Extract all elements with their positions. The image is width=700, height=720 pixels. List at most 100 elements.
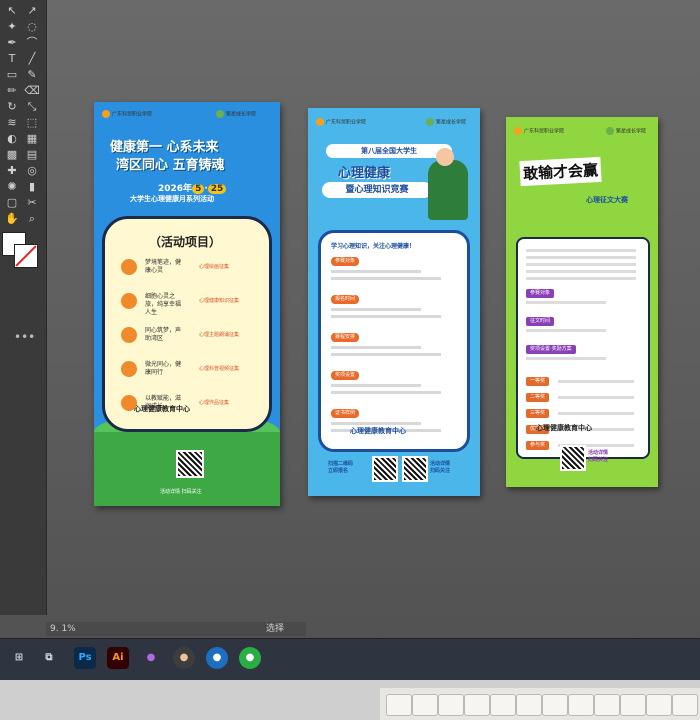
text-placeholder-line xyxy=(331,308,421,311)
section-label: 参赛对象 xyxy=(331,257,360,266)
gradient-tool-icon[interactable]: ▤ xyxy=(24,148,40,162)
section-label: 证书样例 xyxy=(331,409,360,418)
award-label: 三等奖 xyxy=(526,409,550,418)
zoom-level[interactable]: 9. 1% xyxy=(50,622,76,636)
shape-builder-tool-icon[interactable]: ◐ xyxy=(4,132,20,146)
qr-code-follow xyxy=(402,456,428,482)
app-triangle-icon[interactable]: ● xyxy=(140,647,162,669)
activity-row: 同心筑梦，声助湾区 心理主题朗诵征集 xyxy=(119,325,261,347)
keyboard-key xyxy=(672,694,698,716)
activity-tag: 心理绘画征集 xyxy=(199,264,230,270)
poster-subtitle: 大学生心理健康月系列活动 xyxy=(130,195,214,203)
windows-start-icon[interactable]: ⊞ xyxy=(8,647,30,669)
text-placeholder-line xyxy=(331,277,441,280)
poster-subtitle: 心理征文大赛 xyxy=(586,196,628,204)
artboard-poster-2[interactable]: 广东科贸职业学院 繁星成长学院 第八届全国大学生 心理健康 暨心理知识竞赛 学习… xyxy=(308,108,480,496)
signup-text: 扫描二维码 立即报名 xyxy=(328,461,354,474)
rectangle-tool-icon[interactable]: ▭ xyxy=(4,68,20,82)
paintbrush-tool-icon[interactable]: ✎ xyxy=(24,68,40,82)
width-tool-icon[interactable]: ≋ xyxy=(4,116,20,130)
award-detail-line xyxy=(558,396,634,399)
keyboard-key xyxy=(620,694,646,716)
curvature-tool-icon[interactable]: ⌒ xyxy=(24,36,40,50)
selection-tool-icon[interactable]: ↖ xyxy=(4,4,20,18)
eyedropper-tool-icon[interactable]: ✚ xyxy=(4,164,20,178)
stroke-swatch[interactable] xyxy=(14,244,38,268)
mesh-tool-icon[interactable]: ▩ xyxy=(4,148,20,162)
symbol-sprayer-tool-icon[interactable]: ✺ xyxy=(4,180,20,194)
poster-title-line2: 暨心理知识竞赛 xyxy=(322,182,432,198)
blend-tool-icon[interactable]: ◎ xyxy=(24,164,40,178)
activity-row: 细胞心灵之旅，纯享幸福人生 心理健康知识征集 xyxy=(119,291,261,316)
qr-code xyxy=(560,445,586,471)
keyboard-key xyxy=(438,694,464,716)
artboard-poster-3[interactable]: 广东科贸职业学院 繁星成长学院 敢输才会赢 心理征文大赛 参赛对象 征文时间 奖项设… xyxy=(506,117,658,487)
selection-status[interactable]: 选择 xyxy=(266,622,284,636)
app-x-icon[interactable]: ● xyxy=(206,647,228,669)
keyboard xyxy=(380,688,700,720)
keyboard-key xyxy=(386,694,412,716)
activity-card-title: （活动项目） xyxy=(149,235,222,249)
activity-icon xyxy=(121,259,137,275)
monitor-screen: ↖ ↗ ✦ ◌ ✒ ⌒ T ╱ ▭ ✎ ✏ ⌫ ↻ ⤡ ≋ ⬚ ◐ ▦ ▩ ▤ ✚ ◎ ✺ ▮ ▢ ✂ ✋ ⌕ ••• 广东科贸职业学… xyxy=(0,0,700,720)
direct-selection-tool-icon[interactable]: ↗ xyxy=(24,4,40,18)
keyboard-key xyxy=(516,694,542,716)
status-bar: 9. 1% 选择 xyxy=(46,622,306,636)
avatar-app-icon[interactable]: ● xyxy=(173,647,195,669)
perspective-tool-icon[interactable]: ▦ xyxy=(24,132,40,146)
poster-title: 敢输才会赢 xyxy=(519,156,602,187)
task-view-icon[interactable]: ⧉ xyxy=(38,647,60,669)
rotate-tool-icon[interactable]: ↻ xyxy=(4,100,20,114)
award-label: 一等奖 xyxy=(526,377,550,386)
activity-row: 梦境笔迹，健康心灵 心理绘画征集 xyxy=(119,257,261,279)
wechat-icon[interactable]: ● xyxy=(239,647,261,669)
free-transform-tool-icon[interactable]: ⬚ xyxy=(24,116,40,130)
lasso-tool-icon[interactable]: ◌ xyxy=(24,20,40,34)
event-date: 2026年 5 · 25 xyxy=(158,181,227,194)
text-placeholder-line xyxy=(331,353,441,356)
line-tool-icon[interactable]: ╱ xyxy=(24,52,40,66)
hand-tool-icon[interactable]: ✋ xyxy=(4,212,20,226)
activity-tag: 心理科普视频征集 xyxy=(199,366,240,372)
text-placeholder-line xyxy=(526,256,636,259)
magic-wand-tool-icon[interactable]: ✦ xyxy=(4,20,20,34)
pen-tool-icon[interactable]: ✒ xyxy=(4,36,20,50)
activity-tag: 心理主题朗诵征集 xyxy=(199,332,240,338)
text-placeholder-line xyxy=(331,346,421,349)
photoshop-icon[interactable]: Ps xyxy=(74,647,96,669)
slice-tool-icon[interactable]: ✂ xyxy=(24,196,40,210)
partner-logo: 繁星成长学院 xyxy=(216,110,256,118)
text-placeholder-line xyxy=(526,277,636,280)
column-graph-tool-icon[interactable]: ▮ xyxy=(24,180,40,194)
scale-tool-icon[interactable]: ⤡ xyxy=(24,100,40,114)
keyboard-key xyxy=(490,694,516,716)
keyboard-key xyxy=(542,694,568,716)
activity-tag: 心理健康知识征集 xyxy=(199,298,240,304)
poster-title-line2: 湾区同心 五育铸魂 xyxy=(116,158,225,173)
type-tool-icon[interactable]: T xyxy=(4,52,20,66)
poster-head: 第八届全国大学生 xyxy=(326,144,452,158)
text-placeholder-line xyxy=(526,249,636,252)
section-label: 奖项设置 xyxy=(331,371,360,380)
zoom-tool-icon[interactable]: ⌕ xyxy=(24,212,40,226)
organizer-name: 心理健康教育中心 xyxy=(536,424,592,432)
pencil-tool-icon[interactable]: ✏ xyxy=(4,84,20,98)
text-placeholder-line xyxy=(526,301,606,304)
section-label: 赛程安排 xyxy=(331,333,360,342)
activity-card: （活动项目） 梦境笔迹，健康心灵 心理绘画征集 细胞心灵之旅，纯享幸福人生 心理健康知… xyxy=(102,216,272,432)
keyboard-key xyxy=(594,694,620,716)
eraser-tool-icon[interactable]: ⌫ xyxy=(24,84,40,98)
illustrator-icon[interactable]: Ai xyxy=(107,647,129,669)
artboard-tool-icon[interactable]: ▢ xyxy=(4,196,20,210)
artboard-poster-1[interactable]: 广东科贸职业学院 繁星成长学院 健康第一 心系未来 湾区同心 五育铸魂 2026… xyxy=(94,102,280,506)
tools-panel: ↖ ↗ ✦ ◌ ✒ ⌒ T ╱ ▭ ✎ ✏ ⌫ ↻ ⤡ ≋ ⬚ ◐ ▦ ▩ ▤ ✚ ◎ ✺ ▮ ▢ ✂ ✋ ⌕ xyxy=(0,0,47,615)
more-tools-button[interactable]: ••• xyxy=(14,330,35,344)
award-label: 参与奖 xyxy=(526,441,550,450)
text-placeholder-line xyxy=(526,357,606,360)
text-placeholder-line xyxy=(331,270,421,273)
follow-text: 活动详情 扫码关注 xyxy=(430,461,451,474)
award-label: 二等奖 xyxy=(526,393,550,402)
activity-icon xyxy=(121,361,137,377)
award-detail-line xyxy=(558,412,634,415)
info-card: 学习心理知识，关注心理健康！ 参赛对象 报名时间 赛程安排 奖项设置 证书样例 xyxy=(318,230,470,452)
